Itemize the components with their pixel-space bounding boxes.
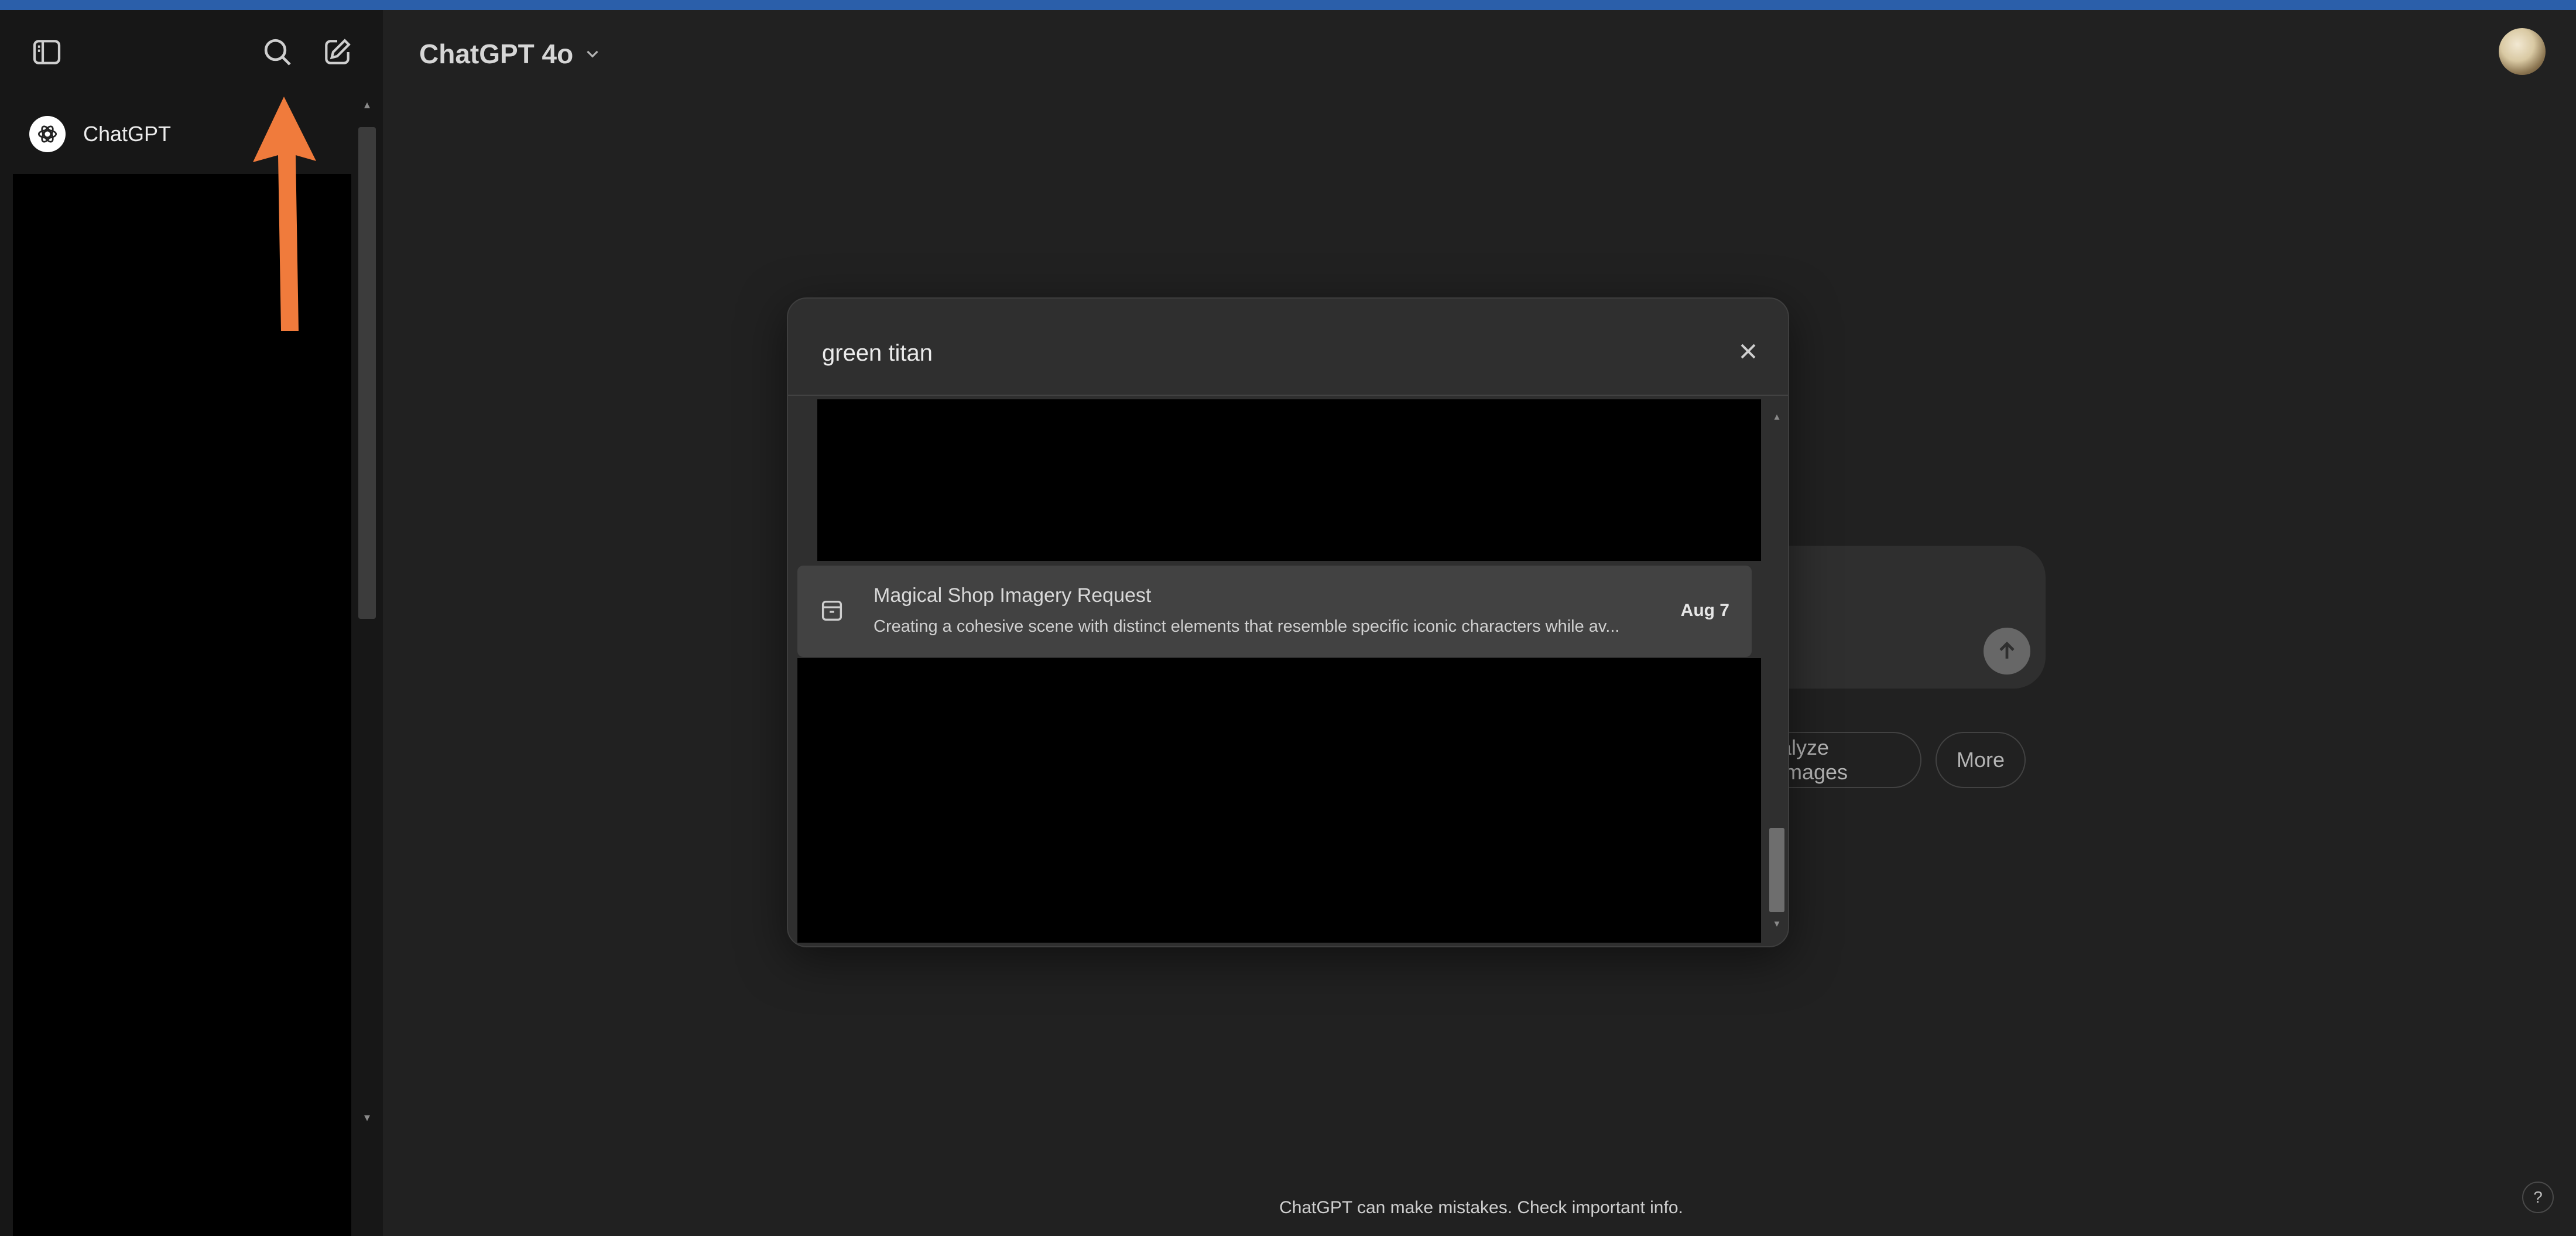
chevron-down-icon [587, 50, 598, 58]
new-chat-icon [325, 39, 351, 64]
help-label: ? [2533, 1188, 2543, 1206]
search-results: Magical Shop Imagery Request Creating a … [797, 397, 1769, 943]
modal-scrollbar[interactable] [1769, 828, 1784, 912]
redacted-results-bottom [797, 658, 1761, 943]
model-name: ChatGPT 4o [419, 39, 574, 69]
scroll-up-arrow-icon[interactable]: ▴ [358, 98, 376, 112]
sidebar-toggle-button[interactable] [22, 28, 71, 77]
annotation-arrow-icon [253, 97, 316, 331]
chatgpt-window: ChatGPT ▴ ▾ ChatGPT 4o alyze images More [0, 0, 2576, 1236]
search-chats-button[interactable] [253, 28, 302, 77]
close-button[interactable] [1724, 327, 1773, 376]
user-avatar[interactable] [2499, 28, 2546, 75]
result-title: Magical Shop Imagery Request [873, 584, 1152, 607]
sidebar-item-label: ChatGPT [83, 122, 172, 146]
close-icon [1741, 344, 1756, 359]
sidebar: ChatGPT ▴ ▾ [0, 10, 383, 1236]
model-selector[interactable]: ChatGPT 4o [410, 29, 612, 78]
search-modal: Magical Shop Imagery Request Creating a … [787, 297, 1789, 947]
help-button[interactable]: ? [2522, 1182, 2554, 1213]
modal-scroll-up-icon[interactable]: ▴ [1769, 410, 1784, 423]
modal-divider [788, 395, 1788, 396]
sidebar-scrollbar[interactable] [358, 127, 376, 619]
arrow-up-icon [1999, 641, 2015, 659]
window-top-strip [0, 0, 2576, 10]
search-input[interactable] [821, 329, 1643, 377]
analyze-images-label: alyze images [1780, 735, 1848, 784]
scroll-down-arrow-icon[interactable]: ▾ [358, 1111, 376, 1125]
result-date: Aug 7 [1680, 601, 1729, 620]
modal-scroll-down-icon[interactable]: ▾ [1769, 917, 1784, 930]
archive-icon [821, 600, 842, 621]
search-icon [264, 39, 291, 66]
send-button[interactable] [1984, 628, 2030, 675]
new-chat-button[interactable] [313, 28, 362, 77]
more-button[interactable]: More [1936, 732, 2026, 788]
more-label: More [1956, 748, 2005, 772]
result-snippet: Creating a cohesive scene with distinct … [873, 617, 1620, 636]
disclaimer-text: ChatGPT can make mistakes. Check importa… [1279, 1198, 1683, 1217]
sidebar-toggle-icon [33, 40, 61, 64]
search-result-item[interactable]: Magical Shop Imagery Request Creating a … [797, 566, 1752, 657]
redacted-results-top [817, 399, 1761, 561]
chatgpt-logo-icon [29, 116, 66, 152]
